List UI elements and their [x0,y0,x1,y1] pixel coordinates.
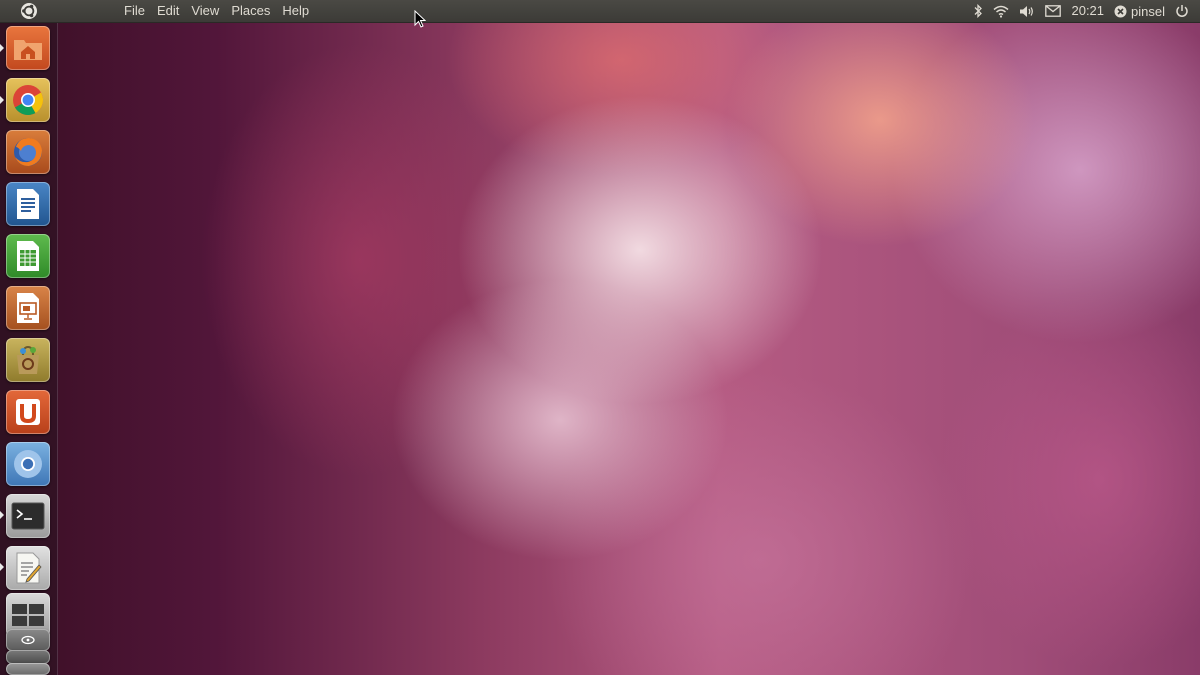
launcher-item-home-folder[interactable] [6,26,50,70]
writer-document-icon [17,189,39,219]
desktop-wallpaper [0,0,1200,675]
workspace-grid-icon [12,604,44,626]
chrome-icon [13,85,44,116]
trash-icon [21,635,35,645]
wifi-icon [993,5,1009,18]
running-indicator [0,563,4,571]
dash-home-button[interactable] [0,0,57,22]
launcher-item-firefox[interactable] [6,130,50,174]
bluetooth-icon [975,4,983,18]
running-indicator [0,96,4,104]
indicator-area: 20:21 pinsel [968,0,1194,22]
launcher-item-software-center[interactable] [6,338,50,382]
launcher-item-terminal[interactable] [6,494,50,538]
launcher-item-libreoffice-calc[interactable] [6,234,50,278]
user-name: pinsel [1131,3,1165,19]
launcher [0,23,58,675]
messaging-indicator[interactable] [1040,0,1066,22]
menu-file[interactable]: File [118,0,151,22]
firefox-icon [14,138,42,166]
launcher-item-libreoffice-writer[interactable] [6,182,50,226]
bluetooth-indicator[interactable] [968,0,988,22]
mouse-cursor-icon [414,10,426,28]
presentation-icon [17,293,39,323]
launcher-item-libreoffice-impress[interactable] [6,286,50,330]
menu-places[interactable]: Places [225,0,276,22]
shopping-bag-icon [17,345,39,374]
launcher-collapsed-item[interactable] [6,663,50,675]
launcher-collapsed-item[interactable] [6,650,50,664]
text-editor-icon [16,552,42,584]
top-panel: File Edit View Places Help 20:21 pinsel [0,0,1200,23]
launcher-item-trash[interactable] [6,629,50,651]
spreadsheet-icon [17,241,39,271]
power-icon [1176,5,1188,17]
home-folder-icon [14,40,42,60]
launcher-item-ubuntu-one[interactable] [6,390,50,434]
menu-edit[interactable]: Edit [151,0,185,22]
global-menu: File Edit View Places Help [118,0,315,22]
ubuntu-logo-icon [20,3,37,19]
launcher-item-chrome[interactable] [6,78,50,122]
running-indicator [0,511,4,519]
ubuntu-one-icon [16,399,40,425]
envelope-icon [1045,5,1062,17]
menu-help[interactable]: Help [276,0,315,22]
running-indicator [0,44,4,52]
sound-indicator[interactable] [1014,0,1040,22]
terminal-icon [11,502,45,530]
menu-view[interactable]: View [185,0,225,22]
user-indicator[interactable]: pinsel [1109,0,1170,22]
launcher-item-chromium[interactable] [6,442,50,486]
network-indicator[interactable] [988,0,1014,22]
session-indicator[interactable] [1170,0,1194,22]
chromium-icon [14,450,42,478]
volume-icon [1020,5,1034,17]
launcher-item-text-editor[interactable] [6,546,50,590]
user-status-icon [1114,5,1127,17]
clock[interactable]: 20:21 [1066,0,1109,22]
